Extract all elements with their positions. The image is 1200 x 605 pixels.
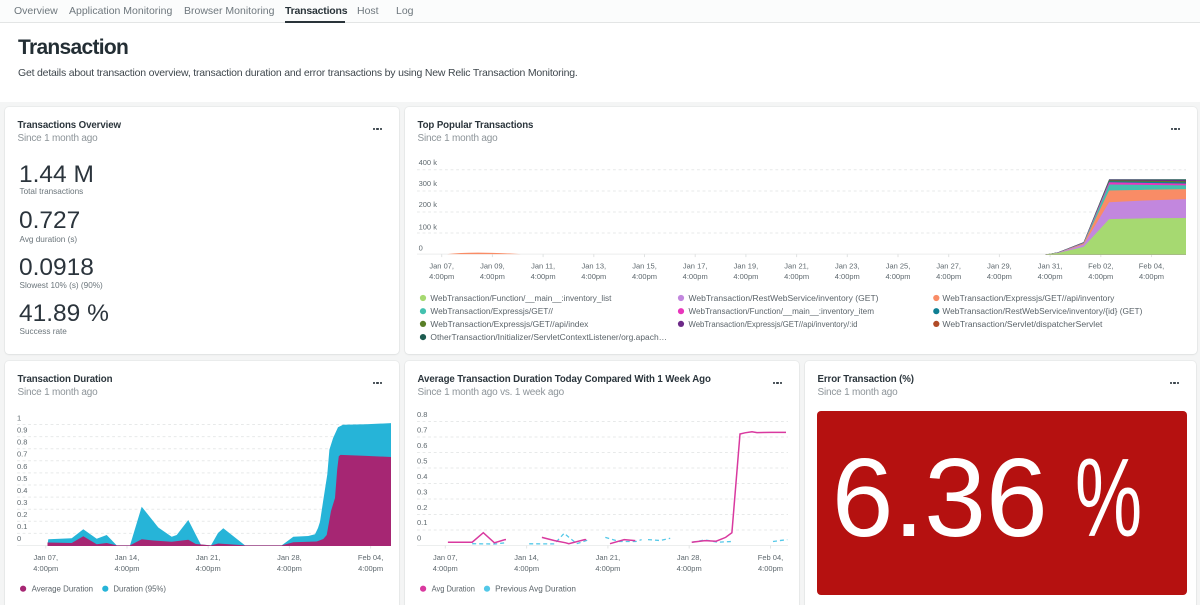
svg-text:WebTransaction/Servlet/dispatc: WebTransaction/Servlet/dispatcherServlet	[942, 319, 1103, 329]
svg-text:4:00pm: 4:00pm	[358, 564, 383, 573]
svg-text:0.4: 0.4	[417, 472, 427, 481]
svg-text:WebTransaction/RestWebService/: WebTransaction/RestWebService/inventory/…	[942, 306, 1142, 316]
svg-text:1: 1	[17, 414, 21, 423]
svg-text:0.2: 0.2	[417, 503, 427, 512]
svg-text:0.5: 0.5	[17, 474, 27, 483]
svg-text:0.6: 0.6	[17, 462, 27, 471]
svg-text:0.2: 0.2	[17, 510, 27, 519]
svg-text:4:00pm: 4:00pm	[632, 272, 657, 281]
svg-text:0.8: 0.8	[417, 410, 427, 419]
svg-text:4:00pm: 4:00pm	[277, 564, 302, 573]
svg-text:4:00pm: 4:00pm	[429, 272, 454, 281]
svg-text:WebTransaction/Function/__main: WebTransaction/Function/__main__:invento…	[430, 293, 612, 303]
svg-text:Jan 07,: Jan 07,	[433, 553, 458, 562]
svg-text:0.7: 0.7	[417, 426, 427, 435]
svg-text:Jan 21,: Jan 21,	[784, 261, 809, 270]
svg-text:0.7: 0.7	[17, 450, 27, 459]
svg-text:4:00pm: 4:00pm	[1139, 272, 1164, 281]
svg-text:0.4: 0.4	[17, 486, 27, 495]
svg-text:4:00pm: 4:00pm	[33, 564, 58, 573]
svg-text:Jan 15,: Jan 15,	[632, 261, 657, 270]
svg-text:Jan 17,: Jan 17,	[683, 261, 708, 270]
svg-text:0.3: 0.3	[417, 487, 427, 496]
svg-text:100 k: 100 k	[419, 222, 438, 231]
svg-text:Jan 07,: Jan 07,	[429, 261, 454, 270]
svg-text:Feb 02,: Feb 02,	[1088, 261, 1113, 270]
svg-text:Jan 14,: Jan 14,	[115, 553, 140, 562]
svg-text:4:00pm: 4:00pm	[196, 564, 221, 573]
svg-text:0: 0	[419, 244, 423, 253]
svg-text:Previous Avg Duration: Previous Avg Duration	[495, 584, 576, 594]
svg-text:WebTransaction/RestWebService/: WebTransaction/RestWebService/inventory …	[689, 293, 879, 303]
svg-text:Jan 11,: Jan 11,	[531, 261, 555, 270]
svg-text:4:00pm: 4:00pm	[514, 564, 539, 573]
svg-text:4:00pm: 4:00pm	[784, 272, 809, 281]
svg-text:Jan 31,: Jan 31,	[1038, 261, 1063, 270]
svg-text:WebTransaction/Function/__main: WebTransaction/Function/__main__:invento…	[689, 306, 875, 316]
svg-text:4:00pm: 4:00pm	[1038, 272, 1063, 281]
svg-text:0.3: 0.3	[17, 498, 27, 507]
svg-text:Jan 25,: Jan 25,	[886, 261, 911, 270]
svg-text:4:00pm: 4:00pm	[531, 272, 556, 281]
svg-text:4:00pm: 4:00pm	[758, 564, 783, 573]
svg-text:4:00pm: 4:00pm	[581, 272, 606, 281]
svg-text:4:00pm: 4:00pm	[936, 272, 961, 281]
svg-text:Feb 04,: Feb 04,	[358, 553, 383, 562]
svg-text:4:00pm: 4:00pm	[1088, 272, 1113, 281]
svg-text:WebTransaction/Expressjs/GET//: WebTransaction/Expressjs/GET//api/index	[430, 319, 589, 329]
svg-text:Jan 28,: Jan 28,	[677, 553, 702, 562]
svg-text:0: 0	[17, 534, 21, 543]
svg-text:4:00pm: 4:00pm	[733, 272, 758, 281]
svg-text:Jan 14,: Jan 14,	[514, 553, 539, 562]
svg-text:WebTransaction/Expressjs/GET//: WebTransaction/Expressjs/GET//	[430, 306, 553, 316]
svg-text:4:00pm: 4:00pm	[114, 564, 139, 573]
svg-text:Jan 09,: Jan 09,	[480, 261, 505, 270]
svg-text:300 k: 300 k	[419, 179, 438, 188]
svg-text:0.8: 0.8	[17, 438, 27, 447]
svg-text:Jan 27,: Jan 27,	[936, 261, 961, 270]
svg-text:Jan 28,: Jan 28,	[277, 553, 302, 562]
svg-text:0.6: 0.6	[417, 441, 427, 450]
svg-text:4:00pm: 4:00pm	[835, 272, 860, 281]
svg-text:Feb 04,: Feb 04,	[758, 553, 783, 562]
svg-text:4:00pm: 4:00pm	[480, 272, 505, 281]
svg-text:4:00pm: 4:00pm	[677, 564, 702, 573]
svg-text:Jan 07,: Jan 07,	[33, 553, 58, 562]
svg-text:Average Duration: Average Duration	[32, 584, 94, 594]
svg-text:0.5: 0.5	[417, 456, 427, 465]
svg-text:4:00pm: 4:00pm	[683, 272, 708, 281]
svg-text:Jan 21,: Jan 21,	[596, 553, 621, 562]
svg-text:Jan 29,: Jan 29,	[987, 261, 1012, 270]
svg-text:200 k: 200 k	[419, 200, 438, 209]
svg-text:0.1: 0.1	[417, 518, 427, 527]
svg-text:Jan 19,: Jan 19,	[734, 261, 759, 270]
svg-text:0.9: 0.9	[17, 426, 27, 435]
svg-text:Jan 13,: Jan 13,	[581, 261, 606, 270]
svg-text:OtherTransaction/Initializer/S: OtherTransaction/Initializer/ServletCont…	[430, 332, 667, 342]
svg-text:WebTransaction/Expressjs/GET//: WebTransaction/Expressjs/GET//api/invent…	[689, 319, 858, 329]
svg-text:WebTransaction/Expressjs/GET//: WebTransaction/Expressjs/GET//api/invent…	[942, 293, 1115, 303]
svg-text:4:00pm: 4:00pm	[885, 272, 910, 281]
svg-text:Feb 04,: Feb 04,	[1139, 261, 1164, 270]
svg-text:4:00pm: 4:00pm	[433, 564, 458, 573]
svg-text:0: 0	[417, 534, 421, 543]
svg-text:0.1: 0.1	[17, 522, 27, 531]
svg-text:Jan 21,: Jan 21,	[196, 553, 221, 562]
svg-text:4:00pm: 4:00pm	[987, 272, 1012, 281]
svg-text:4:00pm: 4:00pm	[595, 564, 620, 573]
svg-text:Jan 23,: Jan 23,	[835, 261, 860, 270]
svg-text:Duration (95%): Duration (95%)	[113, 584, 166, 594]
svg-text:Avg Duration: Avg Duration	[432, 584, 475, 594]
svg-text:400 k: 400 k	[419, 158, 438, 167]
